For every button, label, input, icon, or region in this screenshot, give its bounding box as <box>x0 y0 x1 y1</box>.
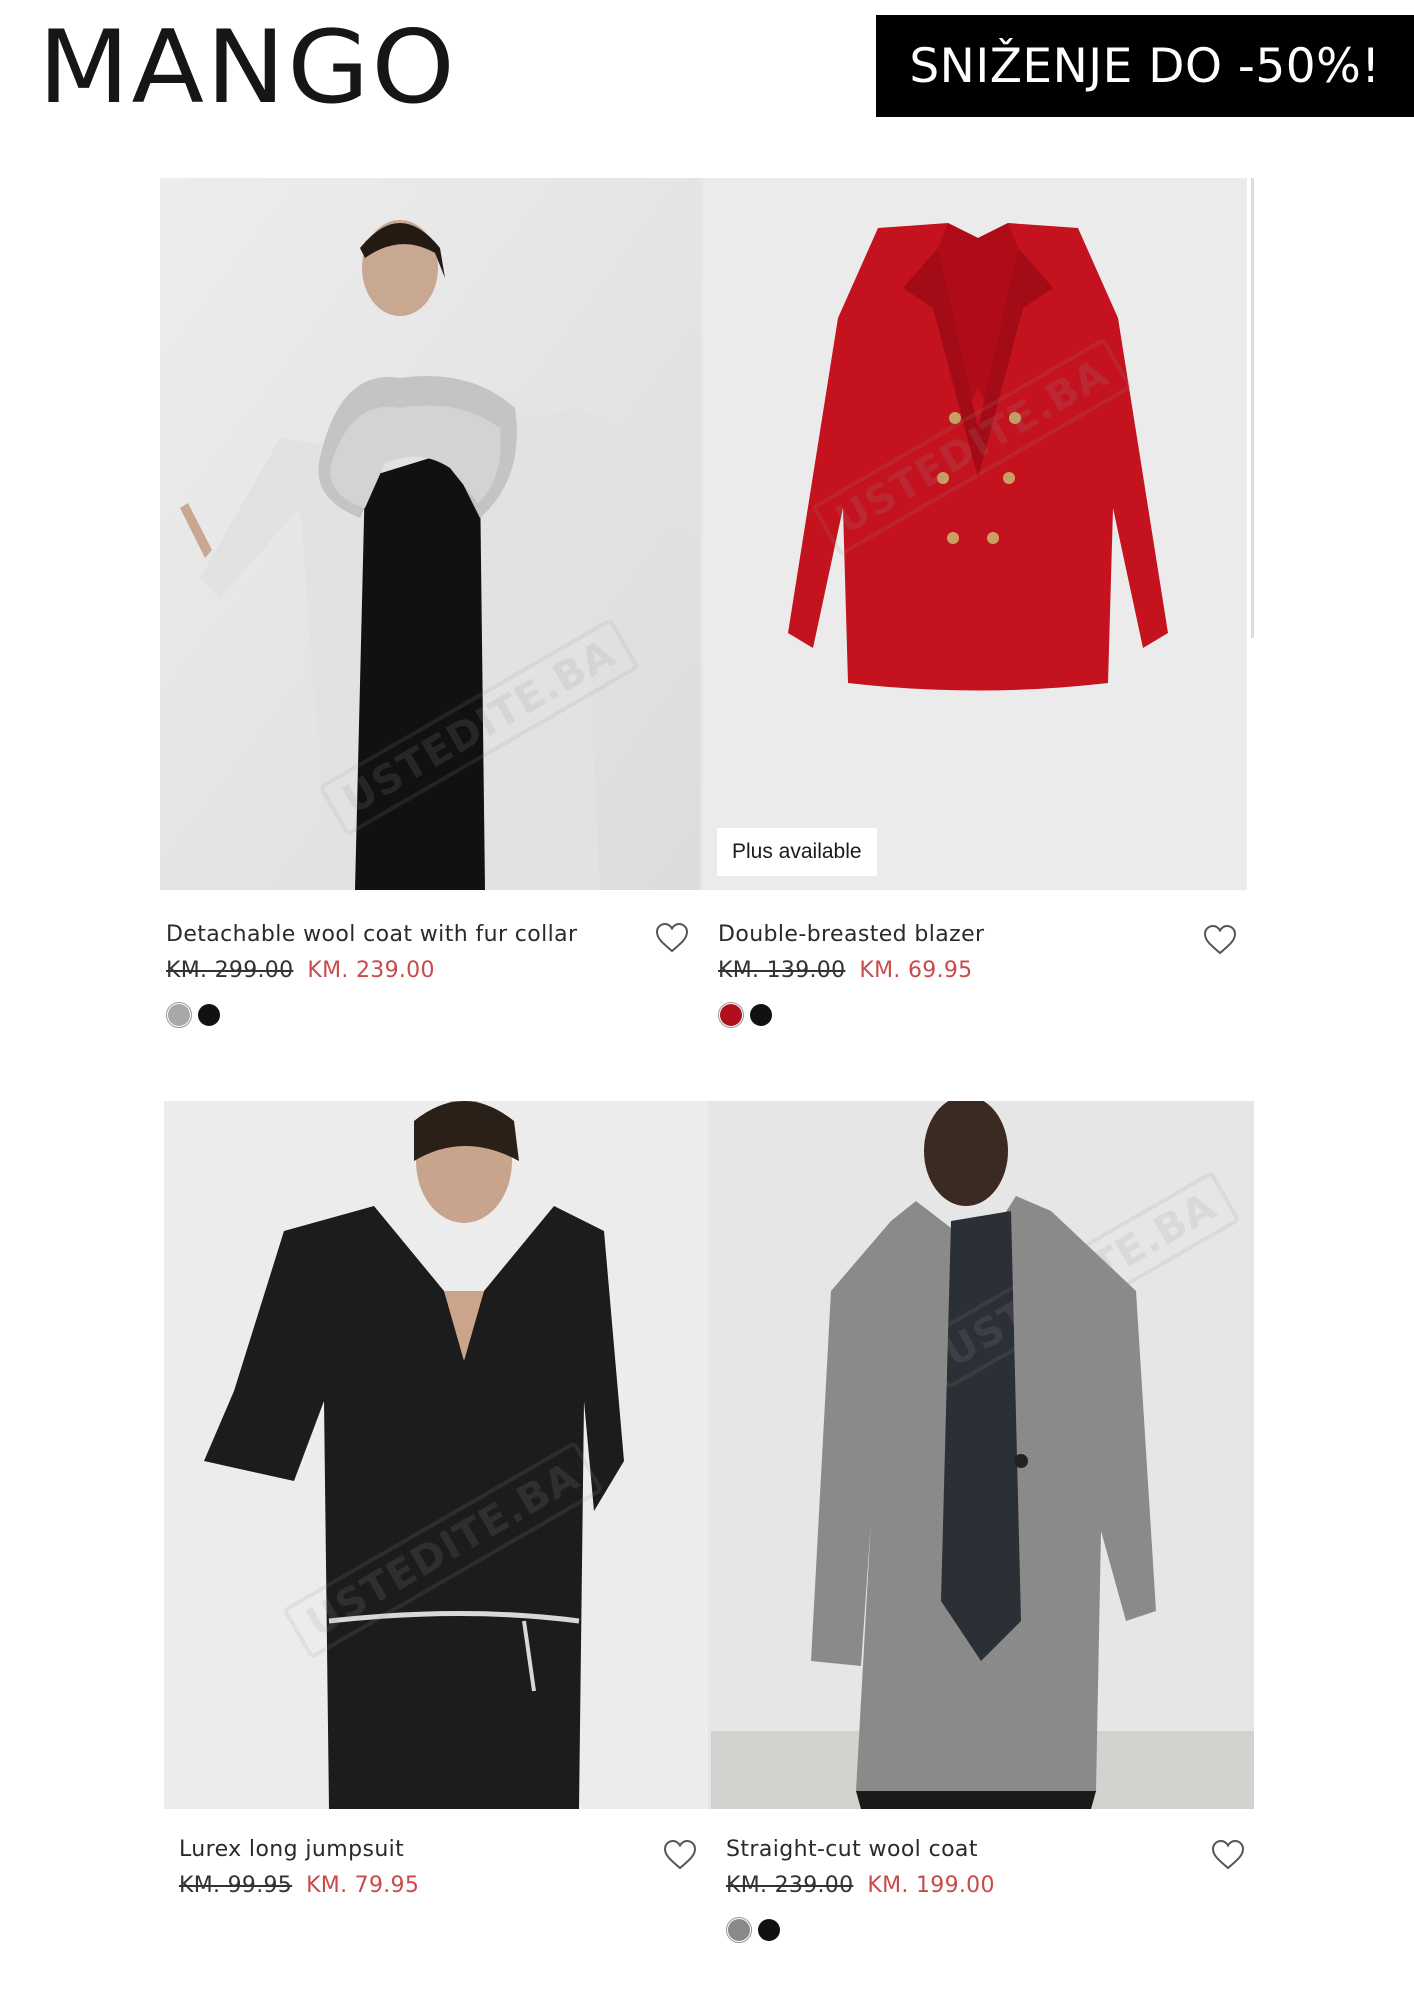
product-image[interactable]: USTEDITE.BA <box>711 1101 1254 1809</box>
plus-size-badge: Plus available <box>717 828 877 876</box>
product-name[interactable]: Straight-cut wool coat <box>726 1837 978 1862</box>
sale-price: KM. 69.95 <box>859 958 973 983</box>
product-price: KM. 139.00 KM. 69.95 <box>718 958 972 983</box>
product-price: KM. 239.00 KM. 199.00 <box>726 1873 995 1898</box>
jumpsuit-photo <box>164 1101 708 1809</box>
original-price: KM. 99.95 <box>179 1873 293 1898</box>
heart-outline-icon[interactable] <box>663 1839 697 1871</box>
red-blazer-photo <box>703 178 1247 890</box>
sale-price: KM. 239.00 <box>307 958 435 983</box>
product-name[interactable]: Detachable wool coat with fur collar <box>166 922 578 947</box>
original-price: KM. 299.00 <box>166 958 294 983</box>
product-name[interactable]: Double-breasted blazer <box>718 922 985 947</box>
heart-outline-icon[interactable] <box>1211 1839 1245 1871</box>
sale-price: KM. 79.95 <box>306 1873 420 1898</box>
color-swatch-red[interactable] <box>718 1002 744 1028</box>
product-image[interactable]: USTEDITE.BA <box>703 178 1247 890</box>
heart-outline-icon[interactable] <box>1203 924 1237 956</box>
product-price: KM. 299.00 KM. 239.00 <box>166 958 435 983</box>
color-swatches <box>718 1002 772 1028</box>
color-swatch-black[interactable] <box>750 1004 772 1026</box>
heart-outline-icon[interactable] <box>655 922 689 954</box>
product-card[interactable]: USTEDITE.BA Detachable wool coat with fu… <box>160 178 700 1038</box>
product-price: KM. 99.95 KM. 79.95 <box>179 1873 419 1898</box>
product-card[interactable]: USTEDITE.BA Plus available Double-breast… <box>703 178 1253 1038</box>
color-swatches <box>726 1917 780 1943</box>
original-price: KM. 139.00 <box>718 958 846 983</box>
product-name[interactable]: Lurex long jumpsuit <box>179 1837 404 1862</box>
product-card[interactable]: USTEDITE.BA Lurex long jumpsuit KM. 99.9… <box>164 1101 709 1971</box>
sale-banner-text: SNIŽENJE DO -50%! <box>909 38 1381 94</box>
color-swatch-black[interactable] <box>198 1004 220 1026</box>
color-swatch-grey[interactable] <box>166 1002 192 1028</box>
product-image[interactable]: USTEDITE.BA <box>160 178 700 890</box>
color-swatch-grey[interactable] <box>726 1917 752 1943</box>
brand-logo[interactable]: MANGO <box>38 17 518 118</box>
original-price: KM. 239.00 <box>726 1873 854 1898</box>
product-image[interactable]: USTEDITE.BA <box>164 1101 708 1809</box>
color-swatch-black[interactable] <box>758 1919 780 1941</box>
color-swatches <box>166 1002 220 1028</box>
sale-banner[interactable]: SNIŽENJE DO -50%! <box>876 15 1414 117</box>
edge-divider <box>1251 178 1254 638</box>
product-card[interactable]: USTEDITE.BA Straight-cut wool coat KM. 2… <box>711 1101 1256 1981</box>
sale-price: KM. 199.00 <box>867 1873 995 1898</box>
